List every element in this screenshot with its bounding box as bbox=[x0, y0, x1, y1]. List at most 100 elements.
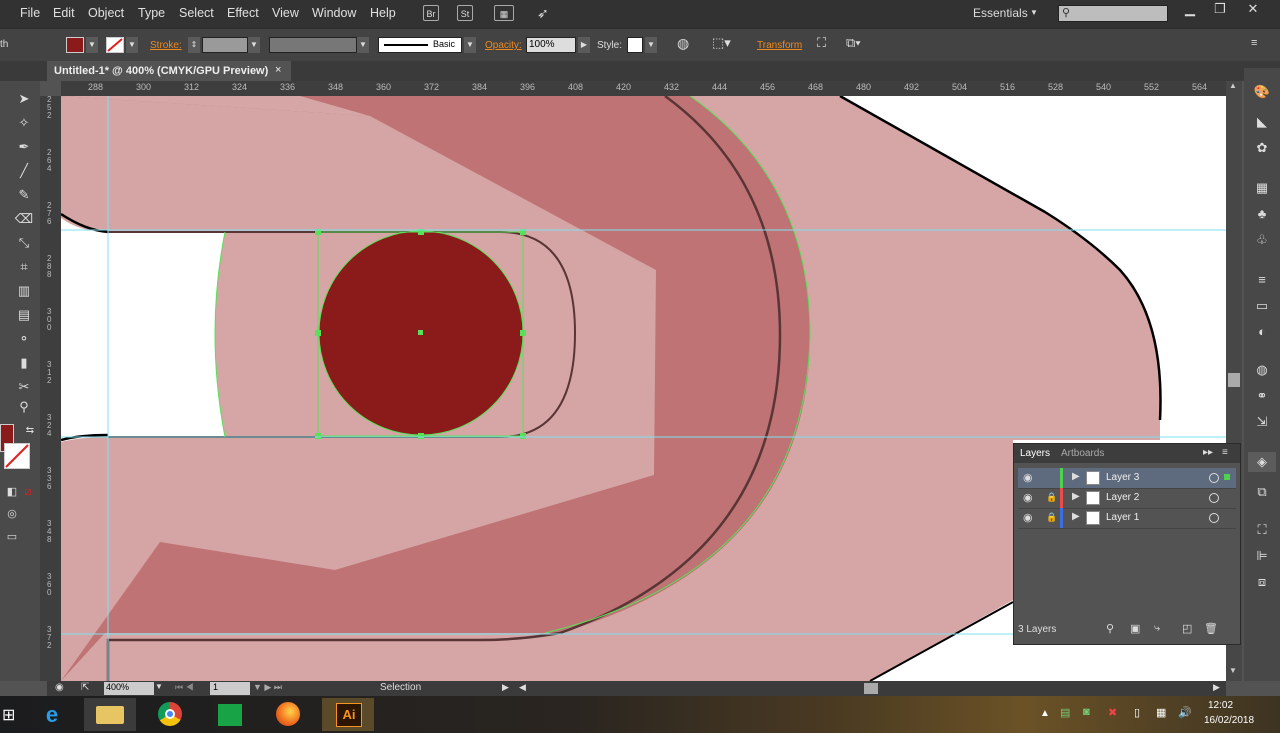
options-icon[interactable]: ⧉▾ bbox=[846, 35, 861, 51]
artboard-number-input[interactable]: 1 bbox=[210, 682, 250, 695]
clock-time[interactable]: 12:02 bbox=[1208, 700, 1233, 711]
menu-file[interactable]: File bbox=[20, 6, 40, 20]
menu-select[interactable]: Select bbox=[179, 6, 214, 20]
artboard-dropdown[interactable]: ▼ ▶ ⏭ bbox=[253, 682, 282, 693]
close-button[interactable]: ✕ bbox=[1238, 1, 1268, 19]
layer-name[interactable]: Layer 1 bbox=[1106, 512, 1139, 523]
fill-swatch[interactable] bbox=[66, 37, 84, 53]
gpu-performance-icon[interactable]: ➶ bbox=[537, 5, 549, 22]
store-icon[interactable] bbox=[204, 698, 256, 731]
swatches-panel-icon[interactable]: ▦ bbox=[1252, 178, 1272, 198]
transform-label[interactable]: Transform bbox=[757, 40, 802, 51]
graph-tool-icon[interactable]: ▮ bbox=[14, 353, 34, 373]
color-panel-icon[interactable]: 🎨 bbox=[1252, 82, 1272, 102]
pathfinder-panel-icon[interactable]: ⧈ bbox=[1252, 572, 1272, 592]
gradient-tool-icon[interactable]: ▤ bbox=[14, 305, 34, 325]
blend-tool-icon[interactable]: ⚬ bbox=[14, 329, 34, 349]
illustrator-icon[interactable]: Ai bbox=[322, 698, 374, 731]
menu-effect[interactable]: Effect bbox=[227, 6, 259, 20]
none-mode-icon[interactable]: ⧄ bbox=[18, 482, 38, 502]
expand-arrow-icon[interactable]: ▶ bbox=[1072, 491, 1080, 502]
draw-mode-icon[interactable]: ◎ bbox=[2, 504, 22, 524]
scroll-right-arrow[interactable]: ▶ bbox=[1213, 682, 1220, 693]
battery-icon[interactable]: ▯ bbox=[1134, 706, 1140, 719]
clipping-mask-icon[interactable]: ▣ bbox=[1130, 622, 1140, 635]
recolor-artwork-icon[interactable]: ◍ bbox=[677, 35, 689, 52]
expand-arrow-icon[interactable]: ▶ bbox=[1072, 511, 1080, 522]
menu-type[interactable]: Type bbox=[138, 6, 165, 20]
free-transform-icon[interactable]: ⌗ bbox=[14, 257, 34, 277]
visibility-eye-icon[interactable]: ◉ bbox=[1023, 491, 1033, 504]
menu-object[interactable]: Object bbox=[88, 6, 124, 20]
fill-dropdown[interactable]: ▼ bbox=[86, 37, 98, 53]
clock-date[interactable]: 16/02/2018 bbox=[1204, 715, 1254, 726]
zoom-dropdown[interactable]: ▼ bbox=[155, 682, 163, 691]
opacity-label[interactable]: Opacity: bbox=[485, 40, 522, 51]
scroll-left-arrow[interactable]: ◀ bbox=[519, 682, 526, 693]
selection-indicator[interactable] bbox=[1224, 474, 1230, 480]
lock-icon[interactable]: 🔒 bbox=[1046, 492, 1057, 503]
export-icon[interactable]: ⇱ bbox=[81, 682, 89, 693]
creative-cloud-icon[interactable]: ⚭ bbox=[1252, 386, 1272, 406]
eraser-tool-icon[interactable]: ⌫ bbox=[14, 209, 34, 229]
gradient-panel-icon[interactable]: ▭ bbox=[1252, 296, 1272, 316]
minimize-button[interactable]: ▁ bbox=[1175, 1, 1205, 19]
target-circle-icon[interactable] bbox=[1209, 513, 1219, 523]
style-dropdown[interactable]: ▼ bbox=[645, 37, 657, 53]
tab-artboards[interactable]: Artboards bbox=[1061, 448, 1104, 459]
menu-view[interactable]: View bbox=[272, 6, 299, 20]
network-icon[interactable]: ▦ bbox=[1156, 706, 1166, 719]
opacity-input[interactable]: 100% bbox=[526, 37, 576, 53]
screen-mode-icon[interactable]: ▭ bbox=[2, 527, 22, 547]
export-panel-icon[interactable]: ⇲ bbox=[1252, 412, 1272, 432]
volume-icon[interactable]: 🔊 bbox=[1178, 706, 1192, 719]
delete-layer-icon[interactable]: 🗑 bbox=[1204, 622, 1218, 635]
layer-row-2[interactable]: ◉ 🔒 ▶ Layer 2 bbox=[1018, 488, 1236, 509]
tab-layers[interactable]: Layers bbox=[1020, 448, 1050, 459]
artboard-nav-icon[interactable]: ◉ bbox=[55, 682, 64, 693]
stroke-weight-dropdown[interactable]: ▼ bbox=[248, 37, 260, 53]
brushes-panel-icon[interactable]: ◣ bbox=[1252, 112, 1272, 132]
artboards-panel-icon[interactable]: ⧉ bbox=[1252, 482, 1272, 502]
transparency-panel-icon[interactable]: ◐ bbox=[1252, 322, 1272, 342]
menu-help[interactable]: Help bbox=[370, 6, 396, 20]
target-circle-icon[interactable] bbox=[1209, 493, 1219, 503]
layers-panel-icon[interactable]: ◈ bbox=[1248, 452, 1276, 472]
selection-tool-icon[interactable]: ➤ bbox=[14, 89, 34, 109]
search-input[interactable]: ⚲ bbox=[1058, 5, 1168, 22]
show-hidden-icons[interactable]: ▲ bbox=[1040, 708, 1050, 719]
slice-tool-icon[interactable]: ✂ bbox=[14, 377, 34, 397]
graphic-styles-icon[interactable]: ♧ bbox=[1252, 230, 1272, 250]
layer-name[interactable]: Layer 2 bbox=[1106, 492, 1139, 503]
pencil-tool-icon[interactable]: ✎ bbox=[14, 185, 34, 205]
chevron-down-icon[interactable]: ▼ bbox=[1030, 8, 1038, 17]
zoom-tool-icon[interactable]: ⚲ bbox=[14, 397, 34, 417]
scroll-up-arrow[interactable]: ▲ bbox=[1229, 81, 1237, 90]
first-artboard-icon[interactable]: ⏮ ◀ bbox=[175, 682, 194, 693]
scale-tool-icon[interactable]: ⤡ bbox=[14, 233, 34, 253]
stroke-label[interactable]: Stroke: bbox=[150, 40, 182, 51]
status-menu-arrow[interactable]: ▶ bbox=[502, 682, 509, 693]
expand-arrow-icon[interactable]: ▶ bbox=[1072, 471, 1080, 482]
chrome-icon[interactable] bbox=[144, 698, 196, 731]
perspective-grid-icon[interactable]: ▥ bbox=[14, 281, 34, 301]
layer-name[interactable]: Layer 3 bbox=[1106, 472, 1139, 483]
ie-icon[interactable]: e bbox=[26, 698, 78, 731]
isolate-icon[interactable]: ⛶ bbox=[817, 35, 826, 51]
panel-menu-icon[interactable]: ≡ bbox=[1251, 37, 1257, 49]
variable-width-profile[interactable] bbox=[269, 37, 357, 53]
stock-icon[interactable]: St bbox=[457, 5, 473, 21]
target-circle-icon[interactable] bbox=[1209, 473, 1219, 483]
new-layer-icon[interactable]: ◰ bbox=[1182, 622, 1192, 635]
close-tab-button[interactable]: × bbox=[275, 64, 281, 76]
menu-window[interactable]: Window bbox=[312, 6, 356, 20]
visibility-eye-icon[interactable]: ◉ bbox=[1023, 471, 1033, 484]
libraries-panel-icon[interactable]: ♣ bbox=[1252, 204, 1272, 224]
scroll-thumb[interactable] bbox=[1228, 373, 1240, 387]
nvidia-icon[interactable]: ◙ bbox=[1083, 706, 1090, 718]
tray-app-icon[interactable]: ▤ bbox=[1060, 706, 1070, 719]
scroll-down-arrow[interactable]: ▼ bbox=[1229, 666, 1237, 675]
stroke-weight-input[interactable] bbox=[202, 37, 248, 53]
layer-row-1[interactable]: ◉ 🔒 ▶ Layer 1 bbox=[1018, 508, 1236, 529]
restore-button[interactable]: ❐ bbox=[1205, 1, 1235, 19]
